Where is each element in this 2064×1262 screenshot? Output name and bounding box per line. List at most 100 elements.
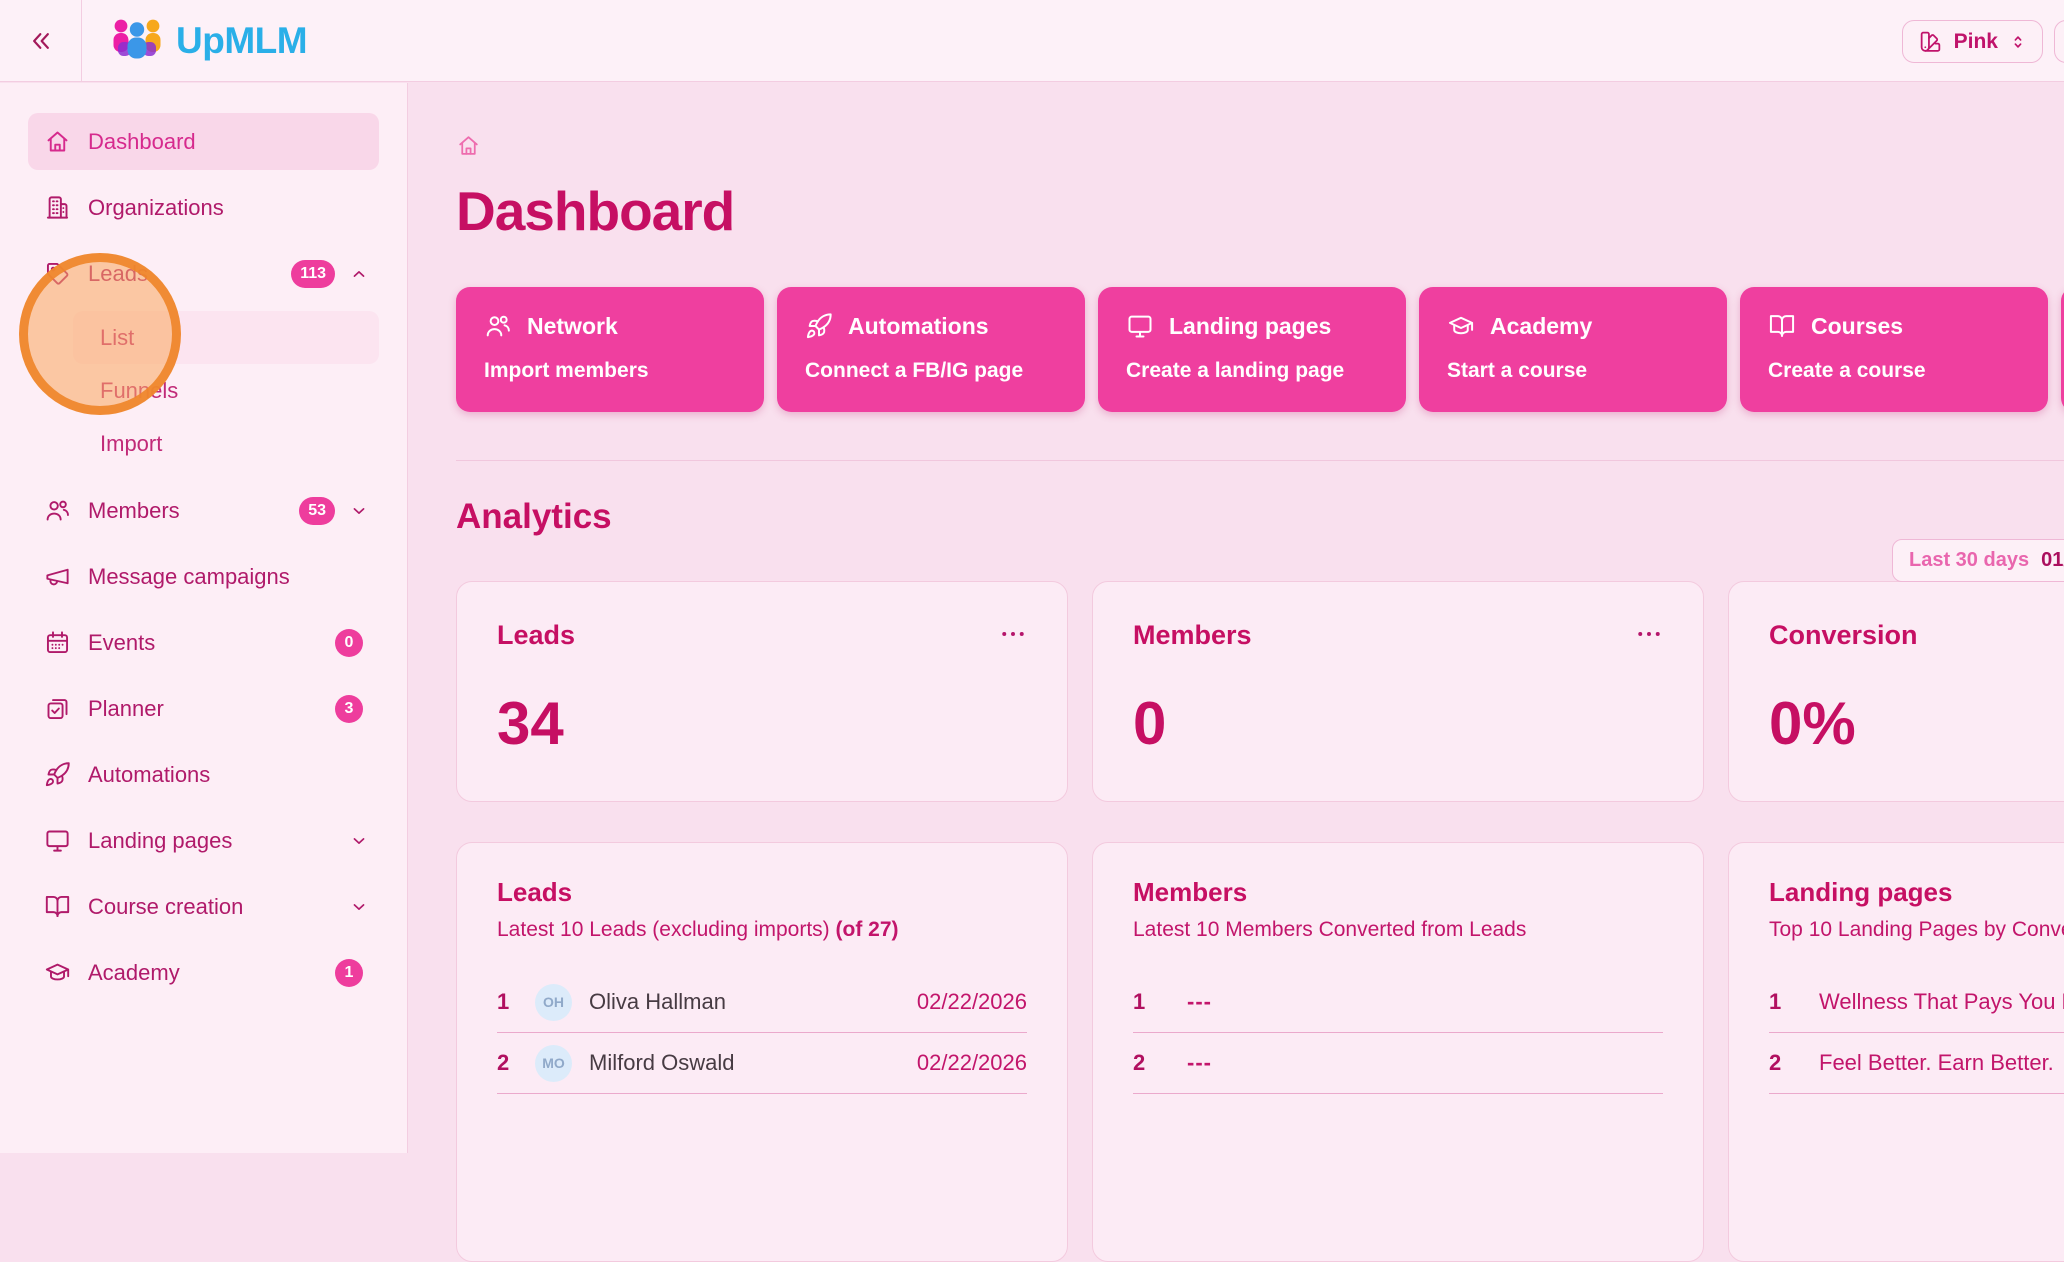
list-subtitle: Latest 10 Members Converted from Leads: [1133, 918, 1527, 941]
users-icon: [484, 312, 512, 340]
landing-page-name: Wellness That Pays You Back: [1819, 989, 2064, 1014]
stat-title: Conversion: [1769, 620, 1918, 650]
quick-action-landing-pages[interactable]: Landing pages Create a landing page: [1098, 287, 1406, 412]
stat-value: 34: [497, 690, 564, 757]
home-icon: [44, 128, 71, 155]
sidebar-item-members[interactable]: Members 53: [28, 482, 379, 539]
top-header: UpMLM Pink: [0, 0, 2064, 82]
section-divider: [456, 460, 2064, 461]
tag-icon: [44, 260, 71, 287]
stat-value: 0: [1133, 690, 1167, 757]
sidebar-item-academy[interactable]: Academy 1: [28, 944, 379, 1001]
updown-icon: [2009, 33, 2027, 51]
members-count-badge: 53: [299, 496, 335, 525]
megaphone-icon: [44, 563, 71, 590]
landing-pages-list-card: Landing pages Top 10 Landing Pages by Co…: [1728, 842, 2064, 1262]
ellipsis-menu-icon[interactable]: [999, 620, 1027, 648]
chevron-down-icon: [349, 831, 369, 851]
analytics-heading: Analytics: [456, 497, 612, 536]
building-icon: [44, 194, 71, 221]
sidebar-item-automations[interactable]: Automations: [28, 746, 379, 803]
theme-select-value: Pink: [1953, 29, 1998, 53]
date-range-selector[interactable]: Last 30 days 01/2: [1892, 539, 2064, 582]
rocket-icon: [44, 761, 71, 788]
members-list-card: Members Latest 10 Members Converted from…: [1092, 842, 1704, 1262]
book-icon: [1768, 312, 1796, 340]
leads-list-card: Leads Latest 10 Leads (excluding imports…: [456, 842, 1068, 1262]
chevron-down-icon: [349, 501, 369, 521]
sidebar-item-landing-pages[interactable]: Landing pages: [28, 812, 379, 869]
sidebar-item-organizations[interactable]: Organizations: [28, 179, 379, 236]
stat-card-conversion: Conversion 0%: [1728, 581, 2064, 802]
chevron-up-icon: [349, 264, 369, 284]
lists-row: Leads Latest 10 Leads (excluding imports…: [456, 842, 2064, 1262]
lead-name: Milford Oswald: [589, 1050, 735, 1075]
stats-row: Leads 34 Members 0 Conversion 0%: [456, 581, 2064, 802]
lead-date: 02/22/2026: [916, 1050, 1027, 1075]
sidebar-item-course-creation[interactable]: Course creation: [28, 878, 379, 935]
sidebar-item-dashboard[interactable]: Dashboard: [28, 113, 379, 170]
date-range-value: 01/2: [2041, 549, 2064, 571]
list-subtitle: Latest 10 Leads (excluding imports) (of …: [497, 918, 899, 941]
member-row[interactable]: 2 ---: [1133, 1033, 1663, 1094]
empty-value: ---: [1187, 1050, 1212, 1075]
planner-icon: [44, 695, 71, 722]
events-count-badge: 0: [335, 628, 363, 657]
chevrons-left-icon: [26, 26, 56, 56]
member-row[interactable]: 1 ---: [1133, 972, 1663, 1033]
theme-select[interactable]: Pink: [1901, 20, 2043, 63]
sidebar-item-planner[interactable]: Planner 3: [28, 680, 379, 737]
sidebar-item-leads[interactable]: Leads 113: [28, 245, 379, 302]
app-logo[interactable]: UpMLM: [110, 16, 308, 66]
breadcrumb-home-icon[interactable]: [456, 133, 481, 158]
stat-card-members: Members 0: [1092, 581, 1704, 802]
grad-cap-icon: [1447, 312, 1475, 340]
landing-page-name: Feel Better. Earn Better.: [1819, 1050, 2054, 1075]
stat-title: Leads: [497, 620, 576, 650]
sidebar: Dashboard Organizations Leads 113 List F…: [0, 83, 408, 1153]
academy-count-badge: 1: [335, 958, 363, 987]
header-button-partial[interactable]: [2054, 20, 2064, 63]
avatar: OH: [535, 983, 572, 1021]
lead-name: Oliva Hallman: [589, 989, 726, 1014]
sidebar-item-message-campaigns[interactable]: Message campaigns: [28, 548, 379, 605]
quick-action-courses[interactable]: Courses Create a course: [1740, 287, 2048, 412]
list-title: Members: [1133, 877, 1248, 907]
list-title: Landing pages: [1769, 877, 1953, 907]
grad-cap-icon: [44, 959, 71, 986]
ellipsis-menu-icon[interactable]: [1635, 620, 1663, 648]
monitor-icon: [1126, 312, 1154, 340]
page-title: Dashboard: [456, 180, 735, 242]
brand-name: UpMLM: [176, 19, 308, 61]
upmlm-logo-icon: [110, 16, 164, 66]
swatch-icon: [1918, 29, 1943, 54]
sidebar-item-events[interactable]: Events 0: [28, 614, 379, 671]
stat-card-leads: Leads 34: [456, 581, 1068, 802]
lead-row[interactable]: 2 MO Milford Oswald 02/22/2026: [497, 1033, 1027, 1094]
avatar: MO: [535, 1044, 572, 1082]
planner-count-badge: 3: [335, 694, 363, 723]
quick-action-automations[interactable]: Automations Connect a FB/IG page: [777, 287, 1085, 412]
lead-date: 02/22/2026: [916, 989, 1027, 1014]
sidebar-subitem-list[interactable]: List: [73, 311, 379, 364]
landing-page-row[interactable]: 1 Wellness That Pays You Back: [1769, 972, 2064, 1033]
list-title: Leads: [497, 877, 573, 907]
book-icon: [44, 893, 71, 920]
main-content: Dashboard Network Import members Automat…: [409, 83, 2064, 1262]
quick-action-academy[interactable]: Academy Start a course: [1419, 287, 1727, 412]
date-range-label: Last 30 days: [1909, 549, 2030, 571]
sidebar-subitem-import[interactable]: Import: [73, 417, 379, 470]
leads-count-badge: 113: [291, 259, 335, 288]
monitor-icon: [44, 827, 71, 854]
sidebar-collapse-button[interactable]: [0, 0, 82, 81]
sidebar-subitem-funnels[interactable]: Funnels: [73, 364, 379, 417]
landing-page-row[interactable]: 2 Feel Better. Earn Better.: [1769, 1033, 2064, 1094]
stat-value: 0%: [1769, 690, 1856, 757]
calendar-icon: [44, 629, 71, 656]
users-icon: [44, 497, 71, 524]
lead-row[interactable]: 1 OH Oliva Hallman 02/22/2026: [497, 972, 1027, 1033]
quick-action-network[interactable]: Network Import members: [456, 287, 764, 412]
rocket-icon: [805, 312, 833, 340]
chevron-down-icon: [349, 897, 369, 917]
leads-submenu: List Funnels Import: [28, 311, 379, 470]
